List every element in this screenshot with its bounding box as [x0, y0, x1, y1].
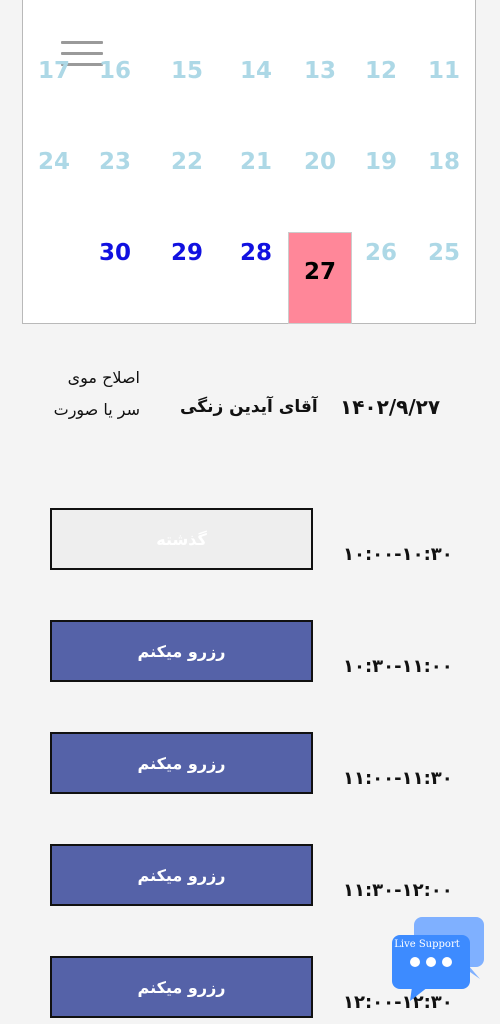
service-name: اصلاح موی سر یا صورت: [53, 368, 140, 419]
calendar-day-17: 17: [37, 58, 70, 84]
reserve-button[interactable]: رزرو میکنم: [50, 732, 313, 794]
reserve-button[interactable]: رزرو میکنم: [50, 844, 313, 906]
calendar-day-25: 25: [427, 240, 460, 266]
calendar-day-11: 11: [427, 58, 460, 84]
barber-name: آقای آیدین زنگی: [180, 397, 318, 417]
slot-time: ۱۰:۳۰-۱۱:۰۰: [343, 656, 453, 677]
slot-time: ۱۱:۳۰-۱۲:۰۰: [343, 880, 453, 901]
calendar-day-21: 21: [239, 149, 272, 175]
reserve-button[interactable]: رزرو میکنم: [50, 620, 313, 682]
calendar-day-28[interactable]: 28: [224, 208, 288, 298]
chat-bubble-icon: Live Support: [392, 917, 484, 1001]
calendar-day-18: 18: [427, 149, 460, 175]
slot-time: ۱۰:۰۰-۱۰:۳۰: [343, 544, 453, 565]
slot-time: ۱۱:۰۰-۱۱:۳۰: [343, 768, 453, 789]
appointment-date: ۱۴۰۲/۹/۲۷: [340, 395, 441, 419]
calendar-day-14: 14: [239, 58, 272, 84]
calendar-day-29[interactable]: 29: [155, 208, 219, 298]
calendar-day-12: 12: [364, 58, 397, 84]
calendar-day-19: 19: [364, 149, 397, 175]
calendar-day-13: 13: [303, 58, 336, 84]
live-support-button[interactable]: Live Support: [390, 915, 486, 1003]
calendar-day-30[interactable]: 30: [83, 208, 147, 298]
calendar-day-23: 23: [98, 149, 131, 175]
slot-passed-button: گذشته: [50, 508, 313, 570]
calendar-day-26: 26: [364, 240, 397, 266]
calendar: 11 12 13 14 15 16 17 18 19 20 21 22 23 24 25 26 27 28 29 30: [22, 0, 476, 324]
calendar-day-15: 15: [170, 58, 203, 84]
calendar-day-22: 22: [170, 149, 203, 175]
calendar-day-16: 16: [98, 58, 131, 84]
reserve-button[interactable]: رزرو میکنم: [50, 956, 313, 1018]
calendar-day-27[interactable]: 27: [288, 232, 352, 324]
calendar-day-24: 24: [37, 149, 70, 175]
live-support-label: Live Support: [394, 939, 460, 950]
calendar-day-20: 20: [303, 149, 336, 175]
